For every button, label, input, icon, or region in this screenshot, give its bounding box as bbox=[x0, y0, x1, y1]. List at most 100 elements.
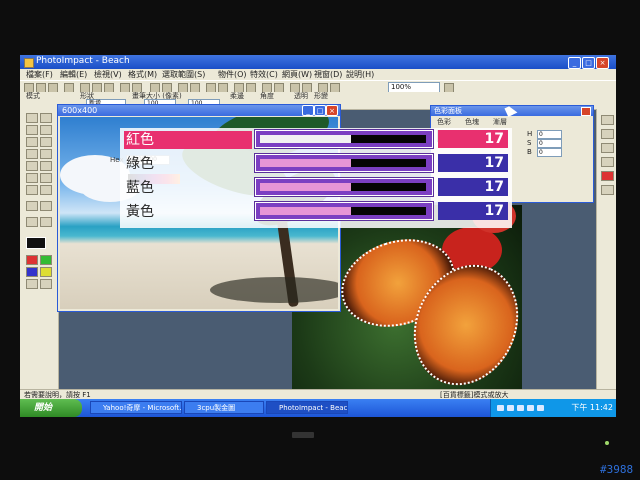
red-swatch-icon[interactable] bbox=[26, 255, 38, 265]
tool-panel bbox=[20, 109, 59, 389]
eyedropper-tool-icon[interactable] bbox=[26, 149, 38, 159]
retouch-tool-icon[interactable] bbox=[40, 161, 52, 171]
menu-help[interactable]: 說明(H) bbox=[346, 69, 374, 80]
tab-color[interactable]: 色彩 bbox=[437, 118, 451, 126]
path-tool-icon[interactable] bbox=[40, 185, 52, 195]
task-button-browser[interactable]: Yahoo!奇摩 - Microsoft... bbox=[90, 401, 182, 414]
osd-slider-track bbox=[260, 135, 426, 143]
windows-taskbar: 開始 Yahoo!奇摩 - Microsoft... 3cpu製金圖 Photo… bbox=[20, 399, 616, 417]
image-maximize-button[interactable]: □ bbox=[314, 105, 326, 116]
mode-tool-icon[interactable] bbox=[26, 279, 38, 289]
menu-edit[interactable]: 編輯(E) bbox=[60, 69, 87, 80]
saturation-label: S bbox=[527, 139, 532, 147]
crop-tool-icon[interactable] bbox=[26, 137, 38, 147]
layer-tool-icon[interactable] bbox=[26, 217, 38, 227]
menu-format[interactable]: 格式(M) bbox=[128, 69, 157, 80]
text-tool-icon[interactable] bbox=[26, 185, 38, 195]
hue-spinner[interactable]: 0 bbox=[537, 130, 562, 139]
panel-toggle-icon[interactable] bbox=[601, 115, 614, 125]
foreground-color-swatch[interactable] bbox=[26, 237, 46, 249]
grid-tool-icon[interactable] bbox=[40, 217, 52, 227]
app-titlebar[interactable]: PhotoImpact - Beach _ □ × bbox=[20, 55, 616, 69]
photoimpact-icon bbox=[24, 58, 34, 68]
transform-tool-icon[interactable] bbox=[40, 113, 52, 123]
mask-tool-icon[interactable] bbox=[40, 279, 52, 289]
color-panel-icon[interactable] bbox=[601, 171, 614, 181]
tray-icon[interactable] bbox=[507, 405, 514, 411]
brightness-spinner[interactable]: 0 bbox=[537, 148, 562, 157]
image-minimize-button[interactable]: _ bbox=[302, 105, 314, 116]
osd-row-red[interactable]: 紅色 17 bbox=[120, 129, 512, 151]
task-button-photoimpact[interactable]: PhotoImpact - Beach bbox=[266, 401, 348, 414]
menu-selection[interactable]: 選取範圍(S) bbox=[162, 69, 205, 80]
monitor-logo bbox=[292, 432, 314, 438]
osd-slider-track bbox=[260, 159, 426, 167]
task-button-folder[interactable]: 3cpu製金圖 bbox=[184, 401, 264, 414]
image-window-titlebar[interactable]: 600x400 _ □ × bbox=[58, 105, 340, 116]
volume-icon[interactable] bbox=[537, 405, 544, 411]
color-panel-close-button[interactable] bbox=[581, 107, 591, 116]
pick-tool-icon[interactable] bbox=[26, 113, 38, 123]
panel-bar bbox=[596, 109, 616, 389]
tray-icon[interactable] bbox=[527, 405, 534, 411]
image-close-button[interactable]: × bbox=[326, 105, 338, 116]
panel-toggle-icon[interactable] bbox=[601, 185, 614, 195]
osd-row-blue[interactable]: 藍色 17 bbox=[120, 177, 512, 199]
line-tool-icon[interactable] bbox=[26, 201, 38, 211]
minimize-button[interactable]: _ bbox=[568, 57, 581, 69]
yellow-swatch-icon[interactable] bbox=[40, 267, 52, 277]
maximize-button[interactable]: □ bbox=[582, 57, 595, 69]
tab-swatch[interactable]: 色塊 bbox=[465, 118, 479, 126]
menu-window[interactable]: 視窗(D) bbox=[314, 69, 342, 80]
monitor-bezel: PhotoImpact - Beach _ □ × 檔案(F) 編輯(E) 檢視… bbox=[0, 0, 640, 480]
menu-web[interactable]: 網頁(W) bbox=[282, 69, 312, 80]
app-title: PhotoImpact - Beach bbox=[36, 56, 130, 66]
paint-tool-icon[interactable] bbox=[40, 149, 52, 159]
menu-object[interactable]: 物件(O) bbox=[218, 69, 247, 80]
osd-slider-track bbox=[260, 207, 426, 215]
eraser-tool-icon[interactable] bbox=[26, 173, 38, 183]
menu-view[interactable]: 檢視(V) bbox=[94, 69, 122, 80]
lasso-tool-icon[interactable] bbox=[40, 125, 52, 135]
osd-slider-fill bbox=[260, 135, 352, 143]
panel-toggle-icon[interactable] bbox=[601, 143, 614, 153]
green-swatch-icon[interactable] bbox=[40, 255, 52, 265]
tray-icon[interactable] bbox=[517, 405, 524, 411]
monitor-osd-menu: 紅色 17 綠色 17 藍色 17 黃色 17 bbox=[120, 128, 512, 228]
fill-tool-icon[interactable] bbox=[40, 173, 52, 183]
attr-soft-label: 柔邊 bbox=[230, 92, 244, 100]
osd-value: 17 bbox=[438, 130, 508, 148]
panel-toggle-icon[interactable] bbox=[601, 157, 614, 167]
attr-angle-label: 角度 bbox=[260, 92, 274, 100]
osd-slider[interactable] bbox=[255, 202, 433, 220]
blue-swatch-icon[interactable] bbox=[26, 267, 38, 277]
menu-effect[interactable]: 特效(C) bbox=[250, 69, 278, 80]
osd-row-yellow[interactable]: 黃色 17 bbox=[120, 201, 512, 223]
saturation-spinner[interactable]: 0 bbox=[537, 139, 562, 148]
panel-toggle-icon[interactable] bbox=[601, 129, 614, 139]
close-button[interactable]: × bbox=[596, 57, 609, 69]
marquee-tool-icon[interactable] bbox=[26, 125, 38, 135]
start-button[interactable]: 開始 bbox=[20, 399, 82, 417]
osd-slider[interactable] bbox=[255, 130, 433, 148]
shape-tool-icon[interactable] bbox=[40, 201, 52, 211]
osd-slider[interactable] bbox=[255, 154, 433, 172]
tray-icon[interactable] bbox=[497, 405, 504, 411]
zoom-tool-icon[interactable] bbox=[40, 137, 52, 147]
osd-value: 17 bbox=[438, 178, 508, 196]
osd-slider-fill bbox=[260, 183, 352, 191]
clone-tool-icon[interactable] bbox=[26, 161, 38, 171]
osd-label: 藍色 bbox=[126, 180, 154, 196]
tab-gradient[interactable]: 漸層 bbox=[493, 118, 507, 126]
osd-label: 黃色 bbox=[126, 204, 154, 220]
hue-label: H bbox=[527, 130, 533, 138]
osd-value: 17 bbox=[438, 154, 508, 172]
brightness-label: B bbox=[527, 148, 532, 156]
osd-slider-fill bbox=[260, 159, 352, 167]
color-panel-title: 色彩面板 bbox=[434, 107, 462, 115]
taskbar-clock[interactable]: 下午 11:42 bbox=[571, 399, 613, 417]
menu-file[interactable]: 檔案(F) bbox=[26, 69, 53, 80]
osd-slider[interactable] bbox=[255, 178, 433, 196]
osd-row-green[interactable]: 綠色 17 bbox=[120, 153, 512, 175]
palm-shadow bbox=[210, 277, 338, 303]
